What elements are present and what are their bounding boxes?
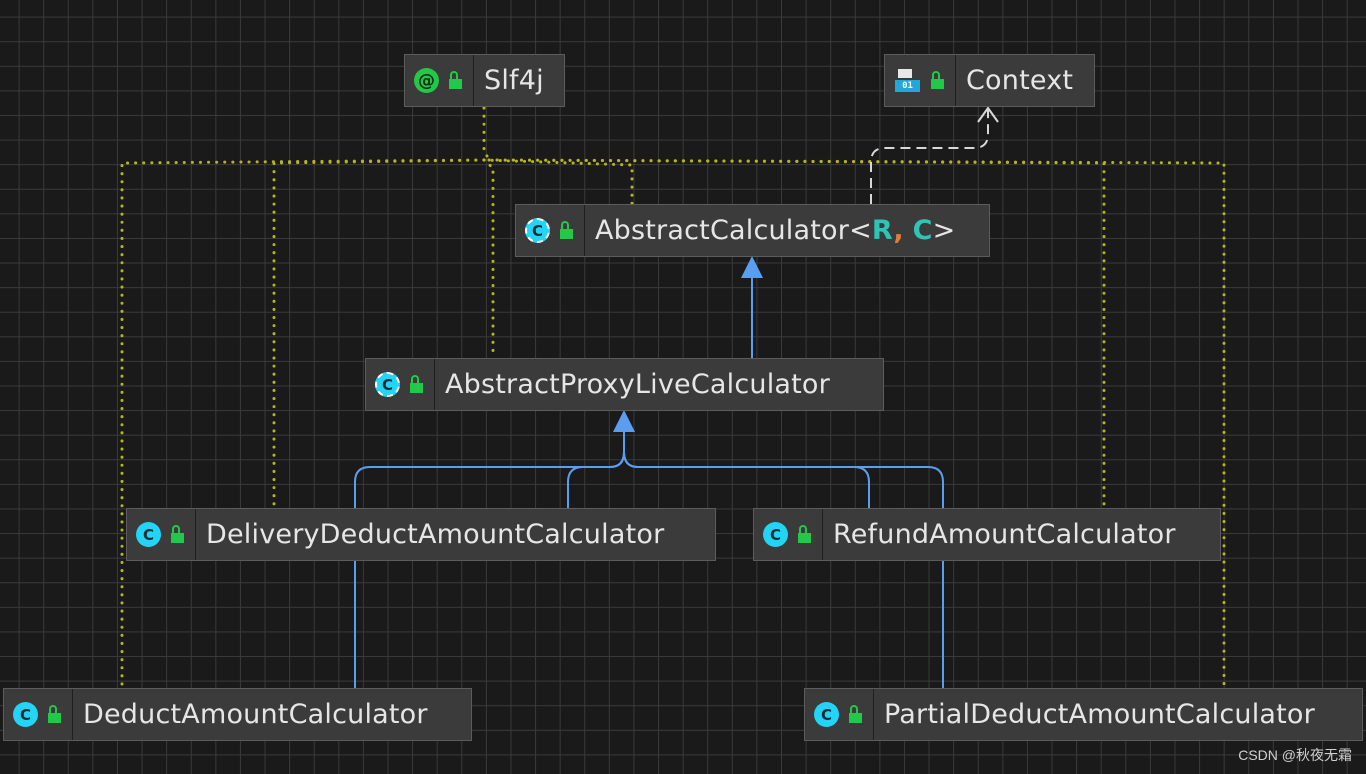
- class-icon: C: [763, 522, 788, 547]
- type-open: <: [849, 215, 872, 246]
- node-abstract-calculator[interactable]: C AbstractCalculator<R, C>: [515, 204, 990, 257]
- node-context[interactable]: 01 Context: [884, 54, 1095, 107]
- node-deduct-icons: C: [4, 689, 73, 740]
- node-delivery-icons: C: [127, 509, 196, 560]
- type-param-r: R: [871, 215, 894, 246]
- node-refund-label: RefundAmountCalculator: [833, 519, 1176, 550]
- arrowhead-proxy: [613, 410, 635, 432]
- node-context-label: Context: [966, 65, 1074, 96]
- node-deduct-label: DeductAmountCalculator: [83, 699, 428, 730]
- class-icon: C: [814, 702, 839, 727]
- type-param-sep: ,: [893, 215, 904, 246]
- class-icon: C: [13, 702, 38, 727]
- class-name: AbstractCalculator: [595, 215, 850, 246]
- node-refund-amount-calculator[interactable]: C RefundAmountCalculator: [753, 508, 1221, 561]
- edge-slf4j-to-delivery: [272, 158, 486, 510]
- class-icon: C: [136, 522, 161, 547]
- node-context-icons: 01: [885, 55, 956, 106]
- node-abstract-proxy-live-calculator[interactable]: C AbstractProxyLiveCalculator: [365, 358, 884, 411]
- unlock-icon: [929, 70, 945, 91]
- unlock-icon: [558, 220, 574, 241]
- edge-slf4j-stem: [482, 106, 491, 162]
- edge-partial-to-proxy: [623, 451, 944, 688]
- node-deduct-amount-calculator[interactable]: C DeductAmountCalculator: [3, 688, 472, 741]
- edge-abstract-to-context: [870, 108, 989, 204]
- node-slf4j[interactable]: @ Slf4j: [404, 54, 565, 107]
- unlock-icon: [169, 524, 185, 545]
- edge-slf4j-to-abstract: [482, 158, 634, 206]
- node-partial-label: PartialDeductAmountCalculator: [884, 699, 1315, 730]
- unlock-icon: [408, 374, 424, 395]
- node-refund-icons: C: [754, 509, 823, 560]
- edge-refund-to-proxy: [623, 451, 870, 508]
- type-param-c: C: [912, 215, 933, 246]
- edge-slf4j-to-deduct: [120, 158, 486, 690]
- unlock-icon: [847, 704, 863, 725]
- node-slf4j-label: Slf4j: [484, 65, 544, 96]
- node-abstract-proxy-icons: C: [366, 359, 435, 410]
- abstract-class-icon: C: [375, 372, 400, 397]
- node-slf4j-icons: @: [405, 55, 474, 106]
- node-delivery-deduct-amount-calculator[interactable]: C DeliveryDeductAmountCalculator: [126, 508, 716, 561]
- unlock-icon: [796, 524, 812, 545]
- unlock-icon: [46, 704, 62, 725]
- unlock-icon: [447, 70, 463, 91]
- edge-deduct-to-proxy: [354, 451, 625, 688]
- extends-edges: [354, 270, 944, 688]
- abstract-class-icon: C: [525, 218, 550, 243]
- node-partial-deduct-amount-calculator[interactable]: C PartialDeductAmountCalculator: [804, 688, 1363, 741]
- node-abstract-calculator-icons: C: [516, 205, 585, 256]
- annotation-icon: @: [414, 68, 439, 93]
- enum-icon: 01: [894, 68, 921, 93]
- type-close: >: [932, 215, 956, 246]
- node-abstract-proxy-label: AbstractProxyLiveCalculator: [445, 369, 830, 400]
- watermark: CSDN @秋夜无霜: [1238, 747, 1352, 763]
- node-partial-icons: C: [805, 689, 874, 740]
- edge-slf4j-to-proxy: [482, 158, 495, 360]
- arrowhead-abstract: [741, 256, 763, 278]
- node-delivery-label: DeliveryDeductAmountCalculator: [206, 519, 665, 550]
- implements-edge: [870, 106, 999, 204]
- node-abstract-calculator-label: AbstractCalculator<R, C>: [585, 215, 956, 246]
